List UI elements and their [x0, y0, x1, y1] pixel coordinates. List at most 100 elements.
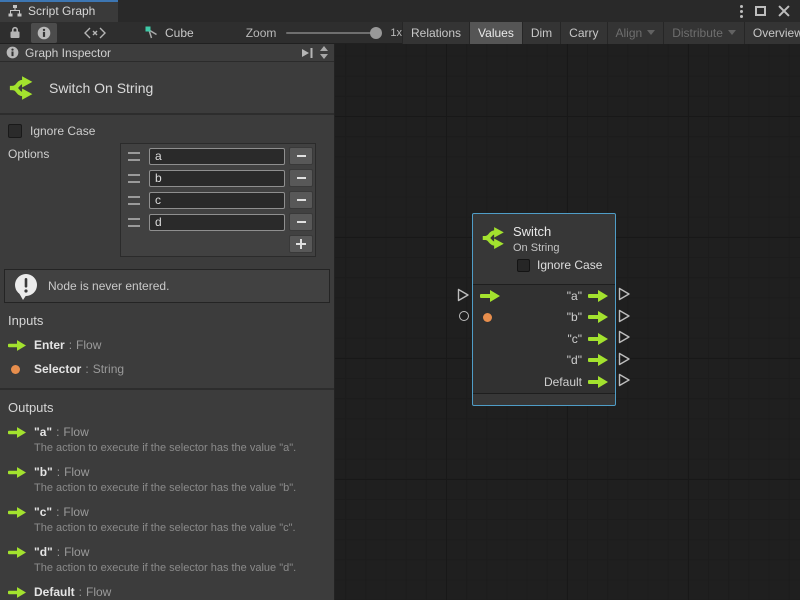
outputs-header: Outputs [8, 400, 326, 415]
option-row [123, 167, 313, 189]
node-port-row: Default [473, 371, 615, 393]
inputs-section: Inputs Enter:Flow Selector:String [0, 303, 334, 388]
flow-arrow-icon [8, 340, 26, 351]
edit-source-button[interactable] [61, 22, 129, 44]
remove-option-button[interactable] [289, 147, 313, 165]
drag-handle-icon[interactable] [128, 196, 140, 205]
output-connection-triangle[interactable] [618, 330, 631, 344]
dock-panel-icon[interactable] [301, 47, 314, 59]
inspector-toggle-button[interactable] [31, 23, 57, 43]
graph-inspector-panel: Graph Inspector S [0, 44, 335, 600]
minus-icon [297, 199, 306, 201]
options-label: Options [8, 143, 120, 257]
dim-button[interactable]: Dim [522, 22, 560, 44]
overview-button[interactable]: Overview [744, 22, 800, 44]
option-input[interactable] [149, 214, 285, 231]
zoom-slider-handle[interactable] [370, 27, 382, 39]
output-connection-triangle[interactable] [618, 352, 631, 366]
add-option-button[interactable] [289, 235, 313, 253]
remove-option-button[interactable] [289, 169, 313, 187]
drag-handle-icon[interactable] [128, 174, 140, 183]
minus-icon [297, 221, 306, 223]
option-input[interactable] [149, 170, 285, 187]
graph-canvas[interactable]: Switch On String Ignore Case "a" [335, 44, 800, 600]
node-header[interactable]: Switch On String Ignore Case [473, 214, 615, 284]
tab-focus-accent [0, 0, 118, 2]
node-subtitle: On String [513, 242, 559, 254]
code-icon [83, 27, 107, 39]
ignore-case-label: Ignore Case [30, 124, 95, 138]
window-maximize-icon[interactable] [755, 6, 766, 16]
node-port-row: "b" [473, 307, 615, 329]
switch-icon [8, 73, 38, 103]
inputs-header: Inputs [8, 313, 326, 328]
switch-icon [481, 224, 509, 252]
string-dot-icon [8, 365, 26, 374]
outputs-section: Outputs "a":Flow The action to execute i… [0, 390, 334, 600]
graph-breadcrumb[interactable]: Cube [145, 26, 194, 40]
inspector-header: Graph Inspector [0, 44, 334, 62]
output-connection-triangle[interactable] [618, 287, 631, 301]
selector-port-icon[interactable] [483, 313, 492, 322]
options-block: Options [0, 143, 334, 257]
flow-arrow-icon [8, 507, 26, 518]
option-input[interactable] [149, 192, 285, 209]
node-footer [473, 393, 615, 406]
chevron-down-icon [728, 30, 736, 35]
minus-icon [297, 155, 306, 157]
scroll-down-icon[interactable] [320, 54, 328, 59]
option-input[interactable] [149, 148, 285, 165]
graph-name-label: Cube [165, 26, 194, 40]
window-menu-icon[interactable] [740, 10, 743, 13]
relations-button[interactable]: Relations [402, 22, 469, 44]
window-close-icon[interactable] [778, 5, 790, 17]
flow-arrow-icon [8, 467, 26, 478]
enter-connection-triangle[interactable] [457, 288, 470, 302]
flow-out-port-icon[interactable] [588, 376, 608, 388]
carry-button[interactable]: Carry [560, 22, 606, 44]
node-body: "a" "b" "c" [473, 284, 615, 393]
flow-out-port-icon[interactable] [588, 290, 608, 302]
tab-bar: Script Graph [0, 0, 800, 22]
remove-option-button[interactable] [289, 191, 313, 209]
scroll-up-icon[interactable] [320, 46, 328, 51]
switch-on-string-node[interactable]: Switch On String Ignore Case "a" [472, 213, 616, 406]
port-label: "b" [567, 310, 582, 324]
input-port-row: Enter:Flow [8, 338, 326, 352]
toolbar-buttons: Relations Values Dim Carry Align Distrib… [402, 22, 800, 44]
output-port-row: "a":Flow [8, 425, 326, 439]
window-controls [740, 0, 800, 22]
lock-button[interactable] [3, 22, 27, 44]
values-button[interactable]: Values [469, 22, 522, 44]
ignore-case-label: Ignore Case [537, 258, 602, 272]
zoom-value: 1x [390, 27, 402, 39]
output-connection-triangle[interactable] [618, 373, 631, 387]
plus-icon [296, 239, 306, 249]
drag-handle-icon[interactable] [128, 218, 140, 227]
option-row [123, 189, 313, 211]
node-title: Switch [513, 224, 551, 239]
flow-out-port-icon[interactable] [588, 333, 608, 345]
node-port-row: "a" [473, 285, 615, 307]
output-port-row: "b":Flow [8, 465, 326, 479]
tab-label: Script Graph [28, 4, 95, 18]
output-connection-triangle[interactable] [618, 309, 631, 323]
tab-script-graph[interactable]: Script Graph [0, 0, 118, 22]
port-description: The action to execute if the selector ha… [34, 562, 326, 575]
info-icon [37, 26, 51, 40]
flow-out-port-icon[interactable] [588, 354, 608, 366]
drag-handle-icon[interactable] [128, 152, 140, 161]
ignore-case-checkbox[interactable] [8, 124, 22, 138]
node-ignore-case-row: Ignore Case [517, 258, 602, 272]
flow-out-port-icon[interactable] [588, 311, 608, 323]
selector-connection-circle[interactable] [459, 311, 469, 321]
warning-bubble-icon [13, 273, 39, 300]
ignore-case-checkbox[interactable] [517, 259, 530, 272]
scroll-spinner[interactable] [320, 46, 328, 59]
align-button: Align [607, 22, 664, 44]
graph-asset-icon [145, 26, 159, 40]
flow-arrow-icon [8, 427, 26, 438]
enter-port-icon[interactable] [480, 290, 500, 302]
zoom-slider[interactable] [286, 32, 382, 34]
remove-option-button[interactable] [289, 213, 313, 231]
